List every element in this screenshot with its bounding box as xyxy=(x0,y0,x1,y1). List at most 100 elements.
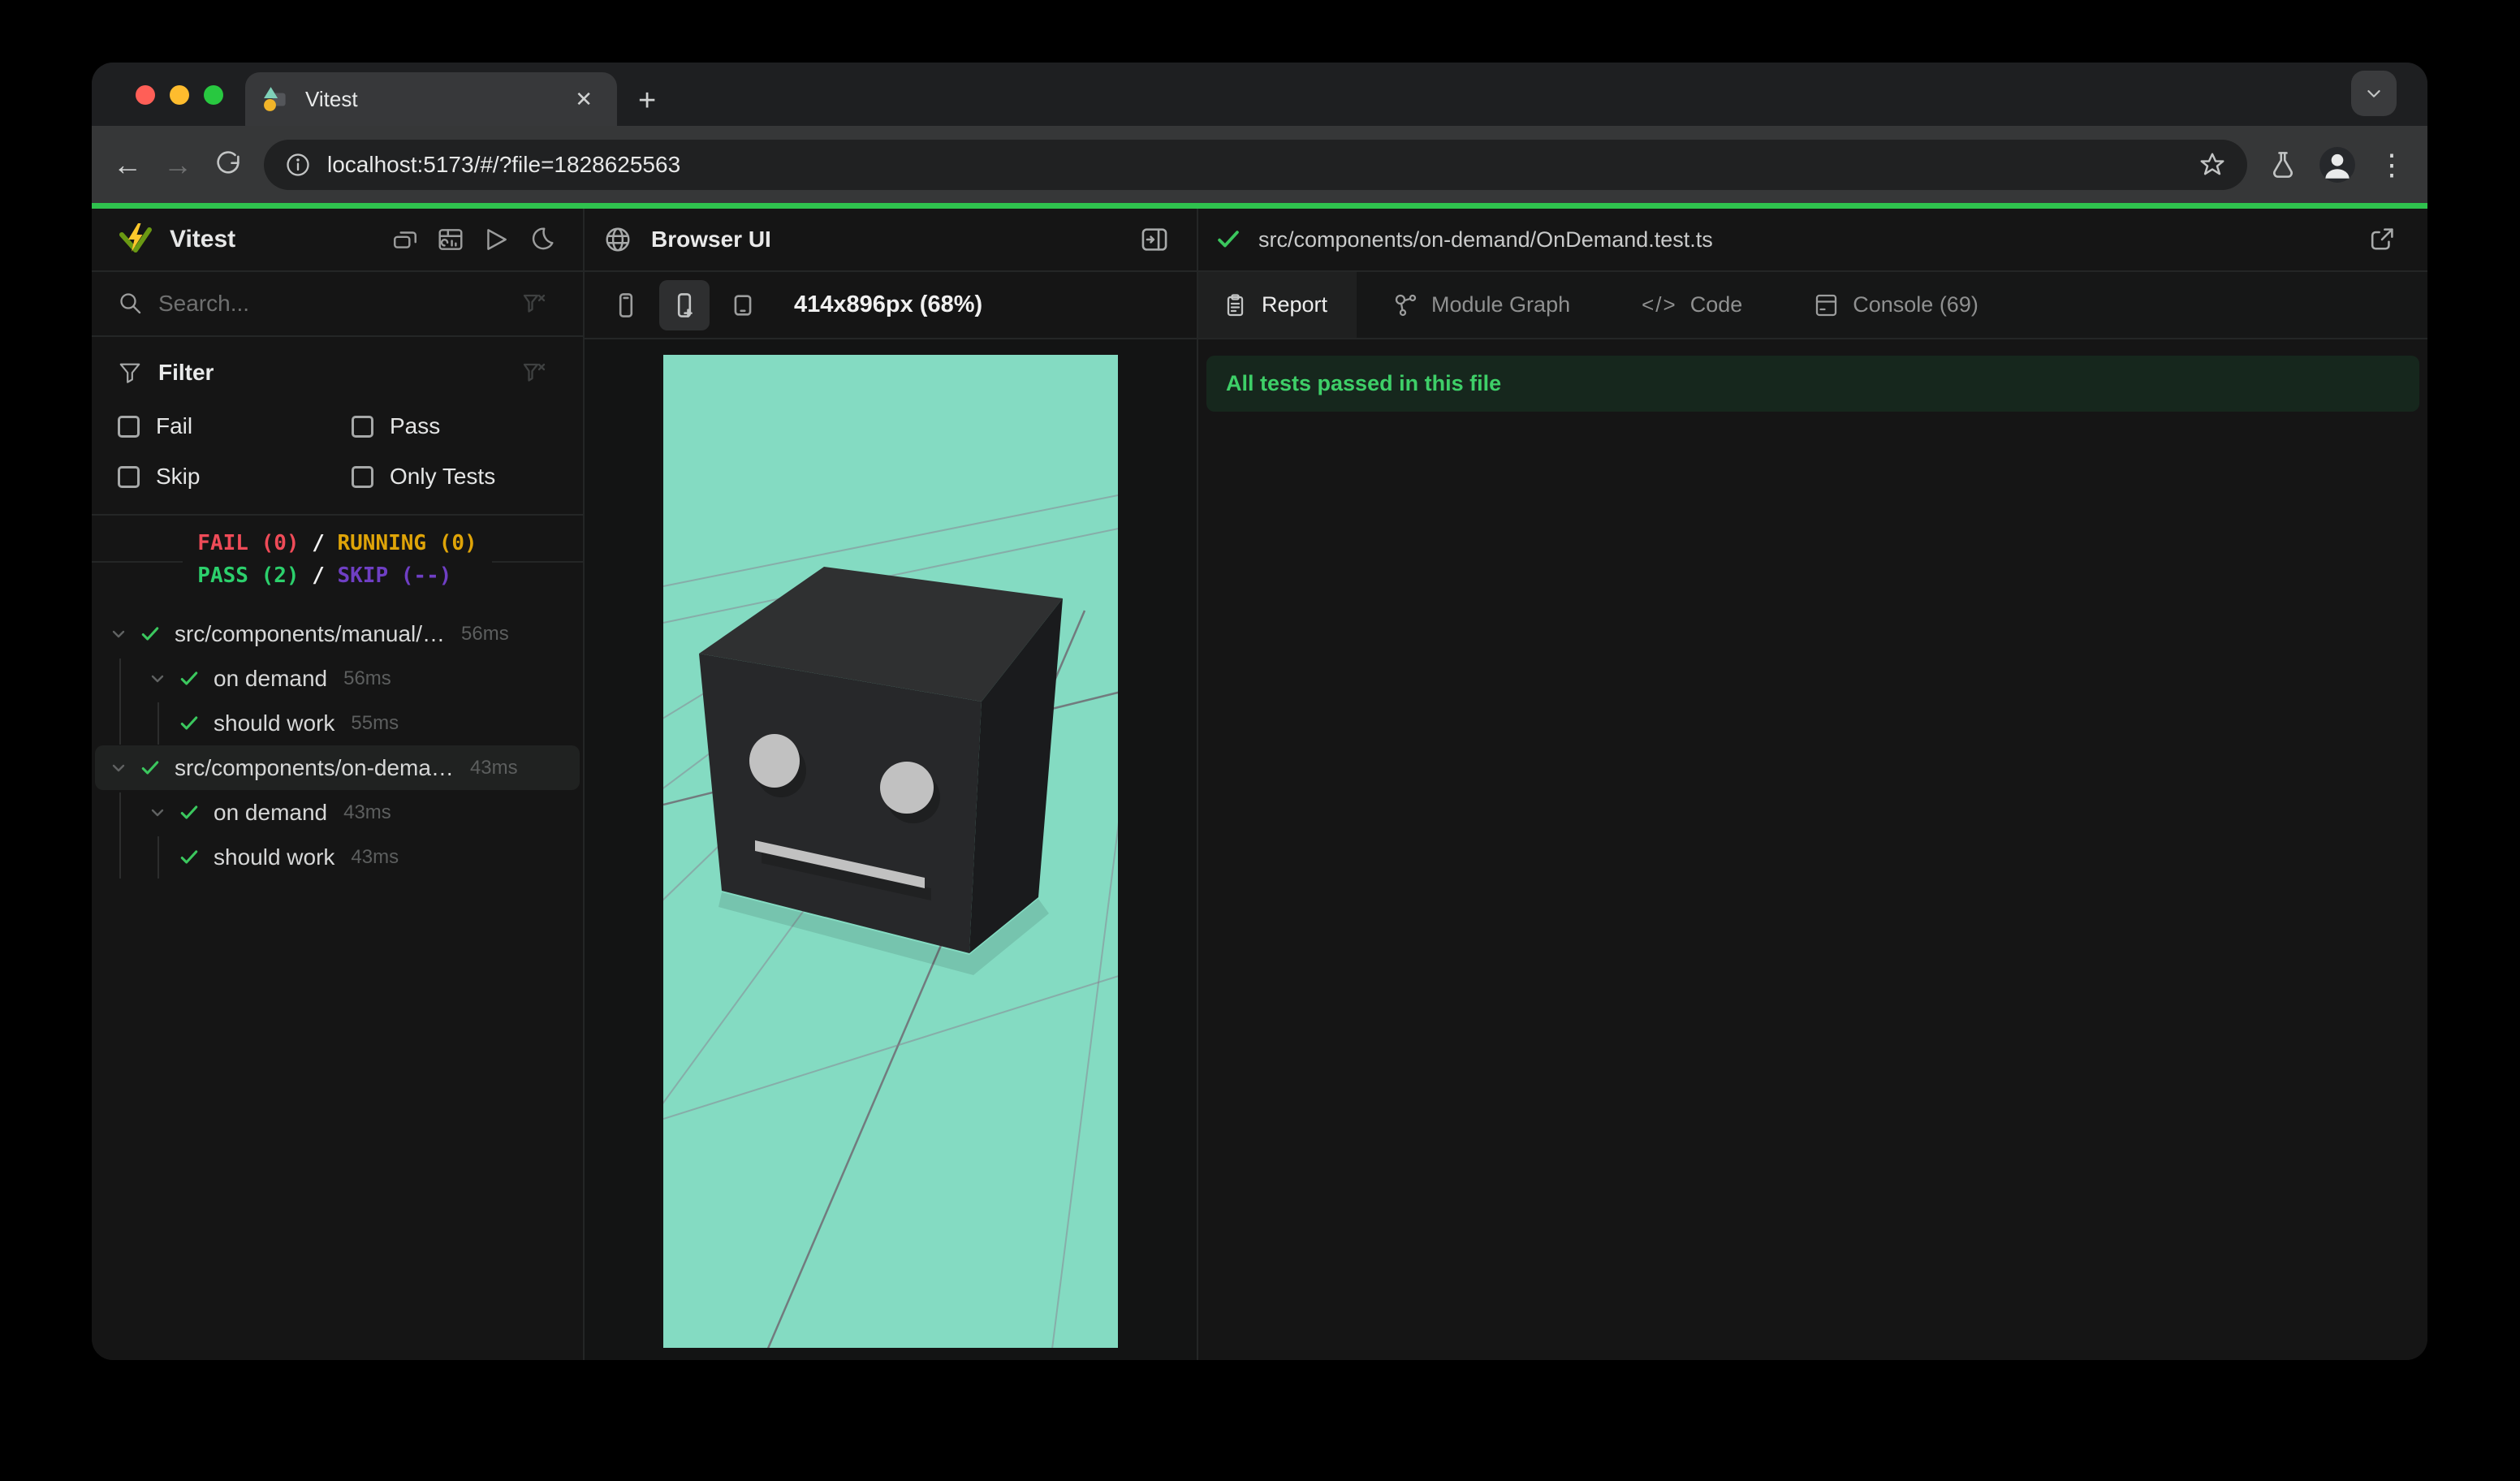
fullscreen-window-button[interactable] xyxy=(204,85,223,105)
checkbox-fail[interactable] xyxy=(118,415,140,438)
results-tabbar: Report Module Graph </> Code Console (69… xyxy=(1198,272,2427,339)
chevron-down-icon[interactable] xyxy=(103,760,134,776)
chevron-down-icon xyxy=(2367,90,2380,97)
browser-toolbar: ← → localhost:5173/#/?file=1828625563 ⋮ xyxy=(92,126,2427,203)
reload-button[interactable] xyxy=(214,150,243,179)
sidebar-app-title: Vitest xyxy=(170,226,236,253)
sidebar-header: Vitest xyxy=(92,209,583,272)
all-tests-passed-banner: All tests passed in this file xyxy=(1206,356,2419,412)
window-controls xyxy=(136,85,223,105)
pass-check-icon xyxy=(173,714,205,733)
filter-option-skip[interactable]: Skip xyxy=(118,464,352,490)
results-header: src/components/on-demand/OnDemand.test.t… xyxy=(1198,209,2427,272)
tree-row[interactable]: on demand 43ms xyxy=(95,790,580,835)
tab-strip: Vitest ✕ + xyxy=(92,63,2427,126)
pass-check-icon xyxy=(134,624,166,644)
filter-option-fail[interactable]: Fail xyxy=(118,413,352,439)
preview-canvas xyxy=(585,339,1197,1360)
dark-mode-moon-icon[interactable] xyxy=(528,226,555,253)
checkbox-only-tests[interactable] xyxy=(352,465,373,488)
dashboard-windows-icon[interactable] xyxy=(391,226,419,253)
device-phone-plus-button[interactable] xyxy=(659,279,710,330)
bookmark-star-icon[interactable] xyxy=(2199,151,2226,179)
filter-funnel-icon xyxy=(119,363,140,383)
minimize-window-button[interactable] xyxy=(170,85,189,105)
filter-option-only-tests[interactable]: Only Tests xyxy=(352,464,547,490)
robot-right-eye xyxy=(880,762,934,814)
panel-right-toggle-icon[interactable] xyxy=(1140,225,1169,254)
results-pane: src/components/on-demand/OnDemand.test.t… xyxy=(1198,209,2427,1360)
clear-filter-icon[interactable] xyxy=(521,360,547,386)
filter-options: Fail Pass Skip Only Tests xyxy=(118,413,547,490)
pass-check-icon xyxy=(134,758,166,778)
test-tree: src/components/manual/… 56ms on demand 5… xyxy=(92,603,583,1360)
summary-line-1: FAIL (0) / RUNNING (0) xyxy=(197,531,477,555)
url-text[interactable]: localhost:5173/#/?file=1828625563 xyxy=(327,152,2182,178)
kebab-menu-icon[interactable]: ⋮ xyxy=(2377,149,2406,179)
app-content: Vitest Search... Filter Fail Pass Skip O… xyxy=(92,209,2427,1360)
open-external-icon[interactable] xyxy=(2367,225,2397,254)
search-icon xyxy=(120,293,141,314)
pass-check-icon xyxy=(173,848,205,867)
pass-check-icon xyxy=(173,803,205,823)
robot-cube xyxy=(699,567,1063,953)
sidebar: Vitest Search... Filter Fail Pass Skip O… xyxy=(92,209,585,1360)
test-summary: FAIL (0) / RUNNING (0) PASS (2) / SKIP (… xyxy=(92,516,583,603)
experiments-flask-icon[interactable] xyxy=(2268,150,2298,179)
tree-guide-line xyxy=(158,702,159,745)
profile-avatar[interactable] xyxy=(2319,146,2356,184)
search-input[interactable] xyxy=(158,291,507,317)
tree-row[interactable]: src/components/manual/… 56ms xyxy=(95,611,580,656)
device-phone-button[interactable] xyxy=(601,280,651,330)
vitest-accent-bar xyxy=(92,203,2427,209)
tab-search-button[interactable] xyxy=(2351,71,2397,116)
tree-row[interactable]: should work 43ms xyxy=(95,835,580,879)
chevron-down-icon[interactable] xyxy=(142,805,173,821)
filter-title: Filter xyxy=(158,360,214,385)
tree-guide-line xyxy=(119,658,121,745)
coverage-report-icon[interactable] xyxy=(437,226,464,253)
device-toolbar: 414x896px (68%) xyxy=(585,272,1197,339)
new-tab-button[interactable]: + xyxy=(638,85,656,116)
filter-section: Filter Fail Pass Skip Only Tests xyxy=(92,337,583,516)
tab-report[interactable]: Report xyxy=(1198,272,1357,338)
viewport-size-label: 414x896px (68%) xyxy=(794,291,983,317)
test-file-path: src/components/on-demand/OnDemand.test.t… xyxy=(1258,227,1713,252)
sidebar-actions xyxy=(391,226,555,253)
pass-check-icon xyxy=(1218,231,1239,248)
filter-option-pass[interactable]: Pass xyxy=(352,413,547,439)
run-all-play-icon[interactable] xyxy=(482,226,510,253)
tree-row[interactable]: on demand 56ms xyxy=(95,656,580,701)
browser-tab[interactable]: Vitest ✕ xyxy=(245,72,617,126)
chevron-down-icon[interactable] xyxy=(103,626,134,642)
tested-page-viewport[interactable] xyxy=(663,355,1118,1348)
console-icon xyxy=(1816,294,1837,316)
tree-guide-line xyxy=(158,836,159,879)
code-brackets-icon: </> xyxy=(1642,292,1677,317)
tree-row[interactable]: should work 55ms xyxy=(95,701,580,745)
preview-title: Browser UI xyxy=(651,227,771,252)
search-row xyxy=(92,272,583,337)
tree-row-selected[interactable]: src/components/on-dema… 43ms xyxy=(95,745,580,790)
tab-module-graph[interactable]: Module Graph xyxy=(1357,272,1606,338)
site-info-icon[interactable] xyxy=(285,152,311,178)
summary-line-2: PASS (2) / SKIP (--) xyxy=(197,563,452,588)
device-tablet-button[interactable] xyxy=(718,280,768,330)
back-button[interactable]: ← xyxy=(113,149,142,179)
address-bar[interactable]: localhost:5173/#/?file=1828625563 xyxy=(264,139,2247,190)
clear-filter-icon[interactable] xyxy=(521,291,547,317)
checkbox-skip[interactable] xyxy=(118,465,140,488)
tab-code[interactable]: </> Code xyxy=(1606,272,1778,338)
tree-guide-line xyxy=(119,792,121,879)
forward-button[interactable]: → xyxy=(163,149,192,179)
close-tab-icon[interactable]: ✕ xyxy=(568,85,599,113)
chevron-down-icon[interactable] xyxy=(142,671,173,687)
close-window-button[interactable] xyxy=(136,85,155,105)
tab-console[interactable]: Console (69) xyxy=(1778,272,2014,338)
report-content: All tests passed in this file xyxy=(1198,339,2427,1360)
globe-icon xyxy=(606,227,630,252)
checkbox-pass[interactable] xyxy=(352,415,373,438)
vitest-logo xyxy=(119,223,152,253)
vitest-favicon xyxy=(264,87,286,111)
module-graph-icon xyxy=(1395,294,1417,316)
